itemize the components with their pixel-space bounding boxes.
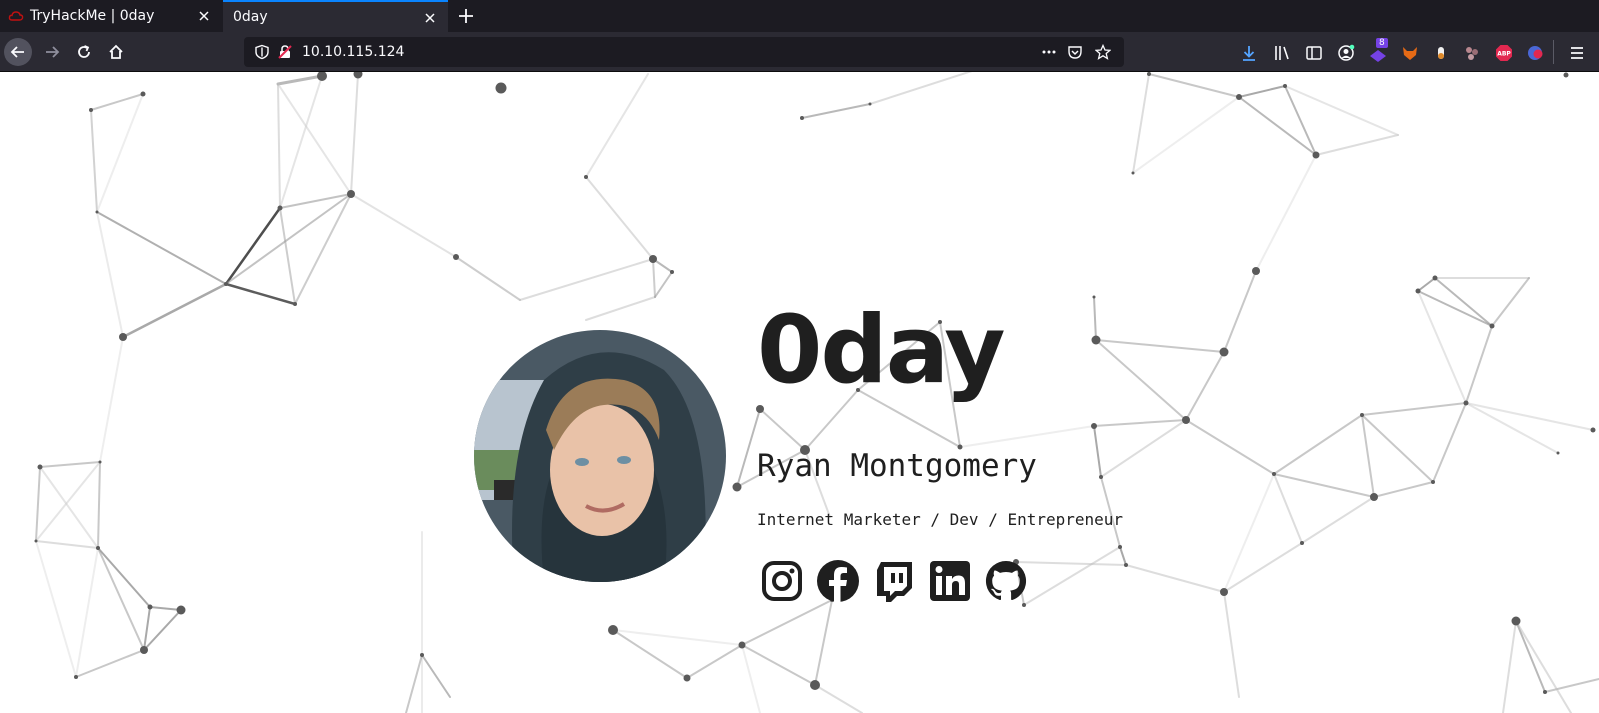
tryhackme-cloud-icon	[8, 11, 24, 21]
reload-button[interactable]	[70, 38, 98, 66]
arrow-left-icon	[10, 46, 24, 58]
instagram-icon	[762, 561, 802, 601]
facebook-link[interactable]	[816, 559, 860, 603]
toolbar-divider	[1553, 40, 1554, 64]
profile-tagline: Internet Marketer / Dev / Entrepreneur	[757, 510, 1124, 529]
navigation-toolbar: 10.10.115.124 8 ABP	[0, 32, 1599, 72]
instagram-link[interactable]	[760, 559, 804, 603]
twitch-icon	[877, 562, 912, 602]
more-actions-icon[interactable]	[1041, 44, 1057, 60]
tab-tryhackme[interactable]: TryHackMe | 0day	[0, 0, 222, 32]
tab-strip: TryHackMe | 0day 0day	[0, 0, 1599, 32]
adblock-plus-icon[interactable]: ABP	[1495, 44, 1513, 62]
social-links	[760, 559, 1028, 603]
linkedin-link[interactable]	[928, 559, 972, 603]
fox-extension-icon[interactable]	[1401, 44, 1419, 62]
tab-title: TryHackMe | 0day	[30, 8, 155, 24]
facebook-icon	[817, 560, 859, 603]
privacy-extension-icon[interactable]	[1526, 44, 1544, 62]
profile-handle: 0day	[757, 296, 1006, 405]
back-button[interactable]	[4, 38, 32, 66]
url-text[interactable]: 10.10.115.124	[302, 44, 404, 60]
page-content: 0day Ryan Montgomery Internet Marketer /…	[0, 72, 1599, 713]
github-link[interactable]	[984, 559, 1028, 603]
home-icon	[109, 44, 123, 59]
tab-0day[interactable]: 0day	[223, 0, 448, 32]
arrow-right-icon	[46, 46, 60, 58]
profile-name: Ryan Montgomery	[757, 448, 1037, 484]
cookies-icon[interactable]	[1463, 44, 1481, 62]
profile-photo-icon	[474, 330, 726, 582]
insecure-lock-icon[interactable]	[277, 44, 293, 60]
bookmark-star-icon[interactable]	[1095, 44, 1111, 60]
download-icon[interactable]	[1240, 44, 1258, 62]
profile-avatar	[474, 330, 726, 582]
home-button[interactable]	[102, 38, 130, 66]
github-icon	[985, 560, 1027, 601]
close-tab-icon[interactable]	[422, 10, 438, 26]
svg-text:ABP: ABP	[1497, 51, 1511, 58]
twitch-link[interactable]	[872, 559, 916, 603]
shield-icon[interactable]	[254, 44, 270, 60]
linkedin-icon	[930, 561, 970, 601]
pocket-icon[interactable]	[1067, 44, 1083, 60]
account-icon[interactable]	[1337, 44, 1355, 62]
close-tab-icon[interactable]	[196, 8, 212, 24]
cookie-extension-icon[interactable]	[1432, 44, 1450, 62]
library-icon[interactable]	[1273, 44, 1291, 62]
extension-badge-count: 8	[1376, 38, 1388, 48]
reload-icon	[78, 45, 90, 58]
sidebar-icon[interactable]	[1305, 44, 1323, 62]
extension-badge-button[interactable]: 8	[1368, 38, 1390, 64]
new-tab-icon[interactable]	[456, 6, 476, 26]
hamburger-menu-icon[interactable]	[1568, 44, 1586, 62]
address-bar[interactable]: 10.10.115.124	[244, 37, 1124, 67]
tab-title: 0day	[233, 9, 268, 25]
forward-button[interactable]	[38, 38, 66, 66]
